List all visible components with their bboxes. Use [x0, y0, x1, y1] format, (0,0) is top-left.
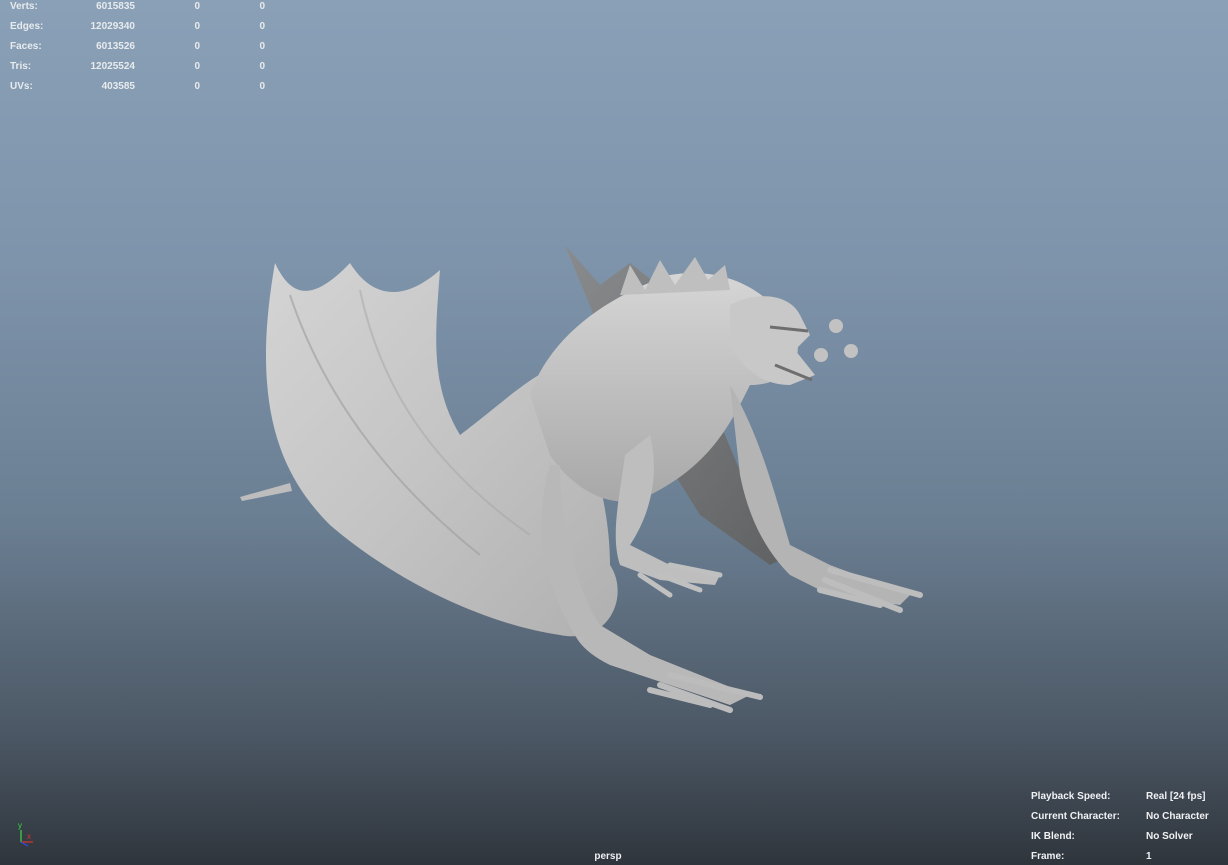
stat-row-faces: Faces: 6013526 0 0 — [10, 40, 270, 60]
stat-selected: 0 — [194, 61, 200, 72]
info-label: Current Character: — [1031, 811, 1120, 822]
axis-y-label: y — [18, 821, 22, 830]
info-value: 1 — [1146, 851, 1152, 862]
axis-x-label: x — [27, 832, 31, 841]
stat-component: 0 — [259, 41, 265, 52]
stat-label: UVs: — [10, 81, 33, 92]
stat-total: 6013526 — [96, 41, 135, 52]
axis-gizmo-icon: y x — [18, 821, 33, 847]
stat-total: 403585 — [101, 81, 135, 92]
dragon-model[interactable] — [230, 235, 930, 715]
stat-component: 0 — [259, 61, 265, 72]
dragon-right-arm — [730, 385, 910, 605]
stat-row-edges: Edges: 12029340 0 0 — [10, 20, 270, 40]
info-hud: Playback Speed: Real [24 fps] Current Ch… — [1031, 790, 1221, 865]
stat-row-verts: Verts: 6015835 0 0 — [10, 0, 270, 20]
stat-row-uvs: UVs: 403585 0 0 — [10, 80, 270, 100]
3d-viewport[interactable]: Verts: 6015835 0 0 Edges: 12029340 0 0 F… — [0, 0, 1228, 865]
stat-total: 12025524 — [90, 61, 136, 72]
stat-selected: 0 — [194, 21, 200, 32]
info-value: No Solver — [1146, 831, 1193, 842]
dragon-tail — [240, 483, 292, 501]
stat-component: 0 — [259, 1, 265, 12]
stat-total: 12029340 — [90, 21, 136, 32]
info-value: No Character — [1146, 811, 1209, 822]
stat-label: Edges: — [10, 21, 44, 32]
stat-selected: 0 — [194, 81, 200, 92]
stat-component: 0 — [259, 21, 265, 32]
info-row-character: Current Character: No Character — [1031, 810, 1221, 830]
stat-label: Tris: — [10, 61, 32, 72]
info-label: Frame: — [1031, 851, 1065, 862]
stat-label: Faces: — [10, 41, 42, 52]
poly-count-hud: Verts: 6015835 0 0 Edges: 12029340 0 0 F… — [10, 0, 270, 100]
info-row-frame: Frame: 1 — [1031, 850, 1221, 865]
stat-label: Verts: — [10, 1, 38, 12]
stat-selected: 0 — [194, 1, 200, 12]
info-label: IK Blend: — [1031, 831, 1075, 842]
info-label: Playback Speed: — [1031, 791, 1111, 802]
sphere — [814, 348, 828, 362]
stat-selected: 0 — [194, 41, 200, 52]
sphere — [844, 344, 858, 358]
info-row-ik-blend: IK Blend: No Solver — [1031, 830, 1221, 850]
stat-component: 0 — [259, 81, 265, 92]
stat-row-tris: Tris: 12025524 0 0 — [10, 60, 270, 80]
info-value: Real [24 fps] — [1146, 791, 1206, 802]
stat-total: 6015835 — [96, 1, 135, 12]
sphere — [829, 319, 843, 333]
info-row-playback: Playback Speed: Real [24 fps] — [1031, 790, 1221, 810]
